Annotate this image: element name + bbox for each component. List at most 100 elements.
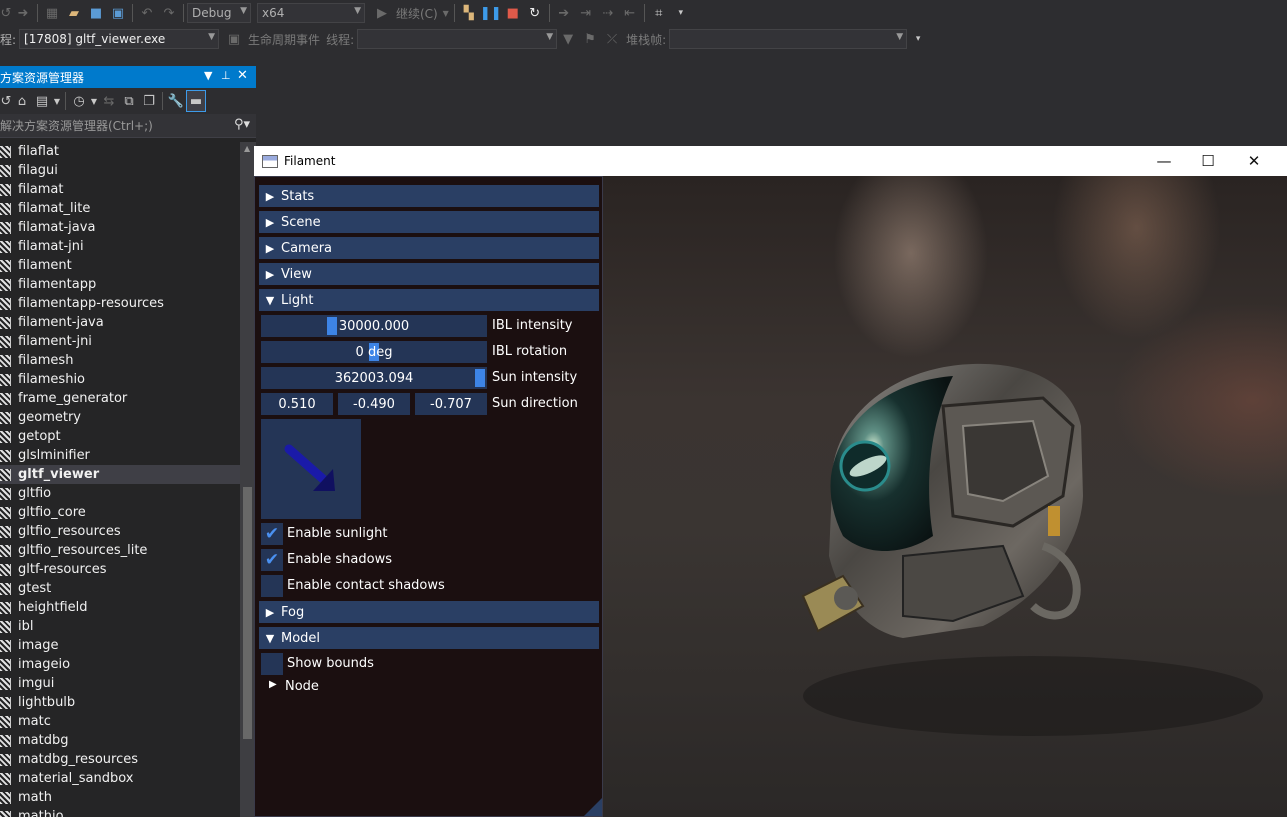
tree-item[interactable]: matdbg	[0, 731, 240, 750]
configuration-select[interactable]: Debug ▼	[187, 3, 251, 23]
enable-contact-shadows-checkbox[interactable]	[261, 575, 283, 597]
step-into-icon[interactable]: ⇥	[575, 2, 597, 24]
save-all-icon[interactable]: ▣	[107, 2, 129, 24]
header-camera[interactable]: ▶ Camera	[259, 237, 599, 259]
header-model[interactable]: ▼ Model	[259, 627, 599, 649]
tree-item[interactable]: gltfio_core	[0, 503, 240, 522]
redo-icon[interactable]: ↷	[158, 2, 180, 24]
filter-icon[interactable]: ▼	[557, 28, 579, 50]
tree-item[interactable]: filamat-jni	[0, 237, 240, 256]
chevron-down-icon[interactable]: ▼	[52, 90, 62, 112]
tree-item[interactable]: lightbulb	[0, 693, 240, 712]
scrollbar-thumb[interactable]	[243, 487, 252, 739]
tree-item[interactable]: heightfield	[0, 598, 240, 617]
switch-views-icon[interactable]: ▤	[32, 90, 52, 112]
maximize-button[interactable]: ☐	[1185, 146, 1231, 176]
ibl-intensity-slider[interactable]: 30000.000	[261, 315, 487, 337]
continue-button[interactable]: 继续(C)	[396, 5, 438, 22]
tree-item[interactable]: glslminifier	[0, 446, 240, 465]
tree-item[interactable]: filaflat	[0, 142, 240, 161]
tree-item[interactable]: filagui	[0, 161, 240, 180]
lifecycle-events-icon[interactable]: ▣	[223, 28, 245, 50]
tree-item[interactable]: imgui	[0, 674, 240, 693]
show-bounds-checkbox[interactable]	[261, 653, 283, 675]
tree-item[interactable]: material_sandbox	[0, 769, 240, 788]
slider-grab[interactable]	[475, 369, 485, 387]
enable-shadows-checkbox[interactable]: ✔	[261, 549, 283, 571]
tree-item[interactable]: gltfio_resources_lite	[0, 541, 240, 560]
header-light[interactable]: ▼ Light	[259, 289, 599, 311]
step-out-icon[interactable]: ⇤	[619, 2, 641, 24]
tree-item[interactable]: geometry	[0, 408, 240, 427]
close-icon[interactable]: ✕	[237, 68, 248, 83]
header-view[interactable]: ▶ View	[259, 263, 599, 285]
sun-direction-z[interactable]: -0.707	[415, 393, 487, 415]
header-fog[interactable]: ▶ Fog	[259, 601, 599, 623]
tree-item[interactable]: filamat	[0, 180, 240, 199]
stackframe-select[interactable]: ▼	[669, 29, 908, 49]
header-scene[interactable]: ▶ Scene	[259, 211, 599, 233]
home-icon[interactable]: ⌂	[12, 90, 32, 112]
thread-select[interactable]: ▼	[357, 29, 558, 49]
tree-item[interactable]: math	[0, 788, 240, 807]
tree-item[interactable]: filamentapp	[0, 275, 240, 294]
chevron-down-icon[interactable]: ▼	[89, 90, 99, 112]
minimize-button[interactable]: —	[1141, 146, 1187, 176]
properties-icon[interactable]: 🔧	[166, 90, 186, 112]
tree-item[interactable]: gltfio_resources	[0, 522, 240, 541]
tree-item[interactable]: imageio	[0, 655, 240, 674]
restart-icon[interactable]: ↻	[524, 2, 546, 24]
hex-display-icon[interactable]: ⌗	[648, 2, 670, 24]
solution-search-box[interactable]: 解决方案资源管理器(Ctrl+;) ⚲▾	[0, 114, 256, 138]
header-stats[interactable]: ▶ Stats	[259, 185, 599, 207]
toolbar-overflow-icon[interactable]: ▾	[670, 2, 692, 24]
tree-item[interactable]: matdbg_resources	[0, 750, 240, 769]
process-select[interactable]: [17808] gltf_viewer.exe ▼	[19, 29, 220, 49]
new-project-icon[interactable]: ▦	[41, 2, 63, 24]
ibl-rotation-slider[interactable]: 0 deg	[261, 341, 487, 363]
slider-grab[interactable]	[327, 317, 337, 335]
pin-icon[interactable]: ⊥	[221, 69, 231, 82]
sun-direction-gizmo[interactable]	[261, 419, 361, 519]
tree-item[interactable]: filamat-java	[0, 218, 240, 237]
play-icon[interactable]: ▶	[371, 2, 393, 24]
undo-icon[interactable]: ↶	[136, 2, 158, 24]
close-button[interactable]: ✕	[1231, 146, 1277, 176]
enable-sunlight-checkbox[interactable]: ✔	[261, 523, 283, 545]
tree-item[interactable]: frame_generator	[0, 389, 240, 408]
step-over-icon[interactable]: ⇢	[597, 2, 619, 24]
panel-menu-icon[interactable]: ▼	[204, 69, 212, 82]
tree-item[interactable]: filamat_lite	[0, 199, 240, 218]
pending-changes-icon[interactable]: ◷	[69, 90, 89, 112]
tree-item[interactable]: filamesh	[0, 351, 240, 370]
tree-item[interactable]: gltf_viewer	[0, 465, 240, 484]
stop-icon[interactable]: ■	[502, 2, 524, 24]
scroll-up-icon[interactable]: ▲	[244, 144, 250, 153]
back-icon[interactable]: ↺	[0, 2, 12, 24]
platform-select[interactable]: x64 ▼	[257, 3, 365, 23]
flag-icon[interactable]: ⚑	[579, 28, 601, 50]
sun-direction-x[interactable]: 0.510	[261, 393, 333, 415]
sun-intensity-slider[interactable]: 362003.094	[261, 367, 487, 389]
show-next-statement-icon[interactable]: ➔	[553, 2, 575, 24]
node-tree-item[interactable]: Node	[285, 679, 319, 694]
sync-icon[interactable]: ⇆	[99, 90, 119, 112]
back-icon[interactable]: ↺	[0, 90, 12, 112]
open-folder-icon[interactable]: ▰	[63, 2, 85, 24]
chevron-down-icon[interactable]: ▼	[441, 2, 451, 24]
tree-item[interactable]: filament-java	[0, 313, 240, 332]
tree-item[interactable]: gtest	[0, 579, 240, 598]
tree-item[interactable]: filament	[0, 256, 240, 275]
toolbar-overflow-icon[interactable]: ▾	[907, 28, 929, 50]
lifecycle-events-button[interactable]: 生命周期事件	[248, 31, 320, 48]
sun-direction-y[interactable]: -0.490	[338, 393, 410, 415]
search-icon[interactable]: ⚲▾	[234, 117, 250, 132]
pause-icon[interactable]: ❚❚	[480, 2, 502, 24]
tree-item[interactable]: matc	[0, 712, 240, 731]
show-all-files-icon[interactable]: ❐	[139, 90, 159, 112]
tree-item[interactable]: filament-jni	[0, 332, 240, 351]
collapse-all-icon[interactable]: ⧉	[119, 90, 139, 112]
tree-item[interactable]: mathio	[0, 807, 240, 817]
process-icon[interactable]: ▚	[458, 2, 480, 24]
node-expand-icon[interactable]: ▶	[269, 679, 277, 690]
